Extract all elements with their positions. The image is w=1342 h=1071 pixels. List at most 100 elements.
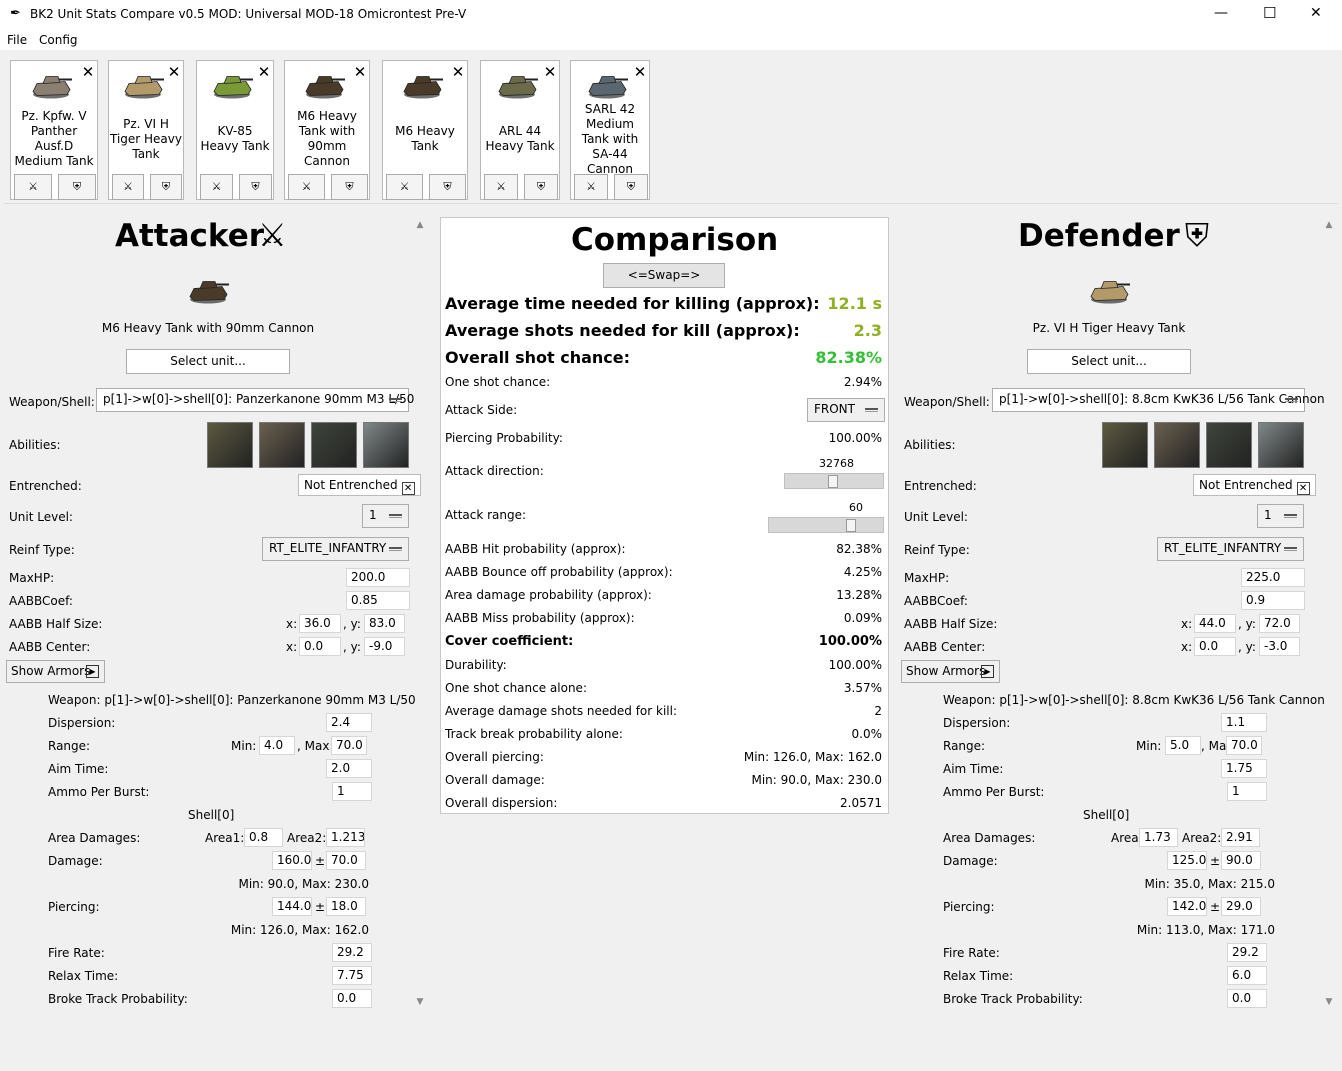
maximize-button[interactable]: ☐ (1263, 4, 1276, 22)
ability-icon[interactable] (259, 422, 305, 468)
unit-card[interactable]: ✕ KV-85 Heavy Tank ⚔ ⛨ (196, 60, 274, 200)
center-y-input[interactable]: -3.0 (1259, 637, 1300, 656)
piercing-input[interactable]: 142.0 (1167, 897, 1207, 916)
scroll-down-icon[interactable]: ▼ (413, 997, 427, 1007)
ability-icon[interactable] (1102, 422, 1148, 468)
close-icon[interactable]: ✕ (79, 61, 97, 83)
close-icon[interactable]: ✕ (541, 61, 559, 83)
show-armors-button[interactable]: Show Armors ▶ (901, 660, 1000, 683)
center-y-input[interactable]: -9.0 (364, 637, 405, 656)
dispersion-input[interactable]: 1.1 (1221, 713, 1267, 732)
aabbcoef-input[interactable]: 0.85 (346, 591, 410, 610)
dispersion-input[interactable]: 2.4 (326, 713, 372, 732)
set-attacker-button[interactable]: ⚔ (484, 174, 518, 200)
maxhp-input[interactable]: 200.0 (346, 568, 410, 587)
piercing-pm-input[interactable]: 18.0 (326, 897, 366, 916)
set-defender-button[interactable]: ⛨ (239, 174, 272, 200)
swap-button[interactable]: <=Swap=> (603, 263, 725, 288)
area2-input[interactable]: 1.213 (326, 828, 365, 847)
close-button[interactable]: ✕ (1310, 5, 1322, 21)
set-attacker-button[interactable]: ⚔ (574, 174, 608, 200)
set-attacker-button[interactable]: ⚔ (288, 174, 325, 200)
set-attacker-button[interactable]: ⚔ (14, 174, 52, 200)
ability-icon[interactable] (311, 422, 357, 468)
close-icon[interactable]: ✕ (351, 61, 369, 83)
damage-pm-input[interactable]: 90.0 (1221, 851, 1261, 870)
aim-time-input[interactable]: 1.75 (1221, 759, 1267, 778)
center-x-input[interactable]: 0.0 (1194, 637, 1236, 656)
set-defender-button[interactable]: ⛨ (429, 174, 466, 200)
maxhp-input[interactable]: 225.0 (1241, 568, 1305, 587)
half-size-y-input[interactable]: 83.0 (364, 614, 405, 633)
unit-level-select[interactable]: 1 (362, 504, 409, 528)
set-defender-button[interactable]: ⛨ (58, 174, 96, 200)
ammo-input[interactable]: 1 (1227, 782, 1267, 801)
scroll-up-icon[interactable]: ▲ (1322, 220, 1336, 230)
unit-card[interactable]: ✕ M6 Heavy Tank ⚔ ⛨ (382, 60, 468, 200)
close-icon[interactable]: ✕ (449, 61, 467, 83)
center-x-input[interactable]: 0.0 (299, 637, 341, 656)
ability-icon[interactable] (207, 422, 253, 468)
relax-time-input[interactable]: 7.75 (332, 966, 372, 985)
piercing-pm-input[interactable]: 29.0 (1221, 897, 1261, 916)
aabbcoef-input[interactable]: 0.9 (1241, 591, 1305, 610)
close-icon[interactable]: ✕ (631, 61, 649, 83)
select-unit-button[interactable]: Select unit... (126, 349, 290, 374)
unit-card[interactable]: ✕ M6 Heavy Tank with 90mm Cannon ⚔ ⛨ (284, 60, 370, 200)
weapon-shell-select[interactable]: p[1]->w[0]->shell[0]: 8.8cm KwK36 L/56 T… (992, 388, 1325, 412)
set-defender-button[interactable]: ⛨ (614, 174, 648, 200)
track-prob-input[interactable]: 0.0 (332, 989, 372, 1008)
half-size-y-input[interactable]: 72.0 (1259, 614, 1300, 633)
menu-config[interactable]: Config (39, 33, 78, 47)
set-attacker-button[interactable]: ⚔ (112, 174, 144, 200)
unit-card[interactable]: ✕ ARL 44 Heavy Tank ⚔ ⛨ (480, 60, 560, 200)
ability-icon[interactable] (363, 422, 409, 468)
slider-thumb[interactable] (828, 475, 838, 488)
minimize-button[interactable]: — (1214, 5, 1228, 21)
area1-input[interactable]: 1.73 (1139, 828, 1178, 847)
area2-input[interactable]: 2.91 (1221, 828, 1260, 847)
set-defender-button[interactable]: ⛨ (150, 174, 182, 200)
attack-direction-slider[interactable] (784, 473, 884, 489)
ammo-input[interactable]: 1 (332, 782, 372, 801)
entrenched-toggle[interactable]: Not Entrenched ✕ (298, 474, 421, 496)
range-max-input[interactable]: 70.0 (1226, 736, 1262, 755)
unit-card[interactable]: ✕ Pz. Kpfw. V Panther Ausf.D Medium Tank ⚔… (10, 60, 98, 200)
select-unit-button[interactable]: Select unit... (1027, 349, 1191, 374)
unit-card[interactable]: ✕ SARL 42 Medium Tank with SA-44 Cannon ⚔ ⛨ (570, 60, 650, 200)
slider-thumb[interactable] (846, 519, 856, 532)
ability-icon[interactable] (1258, 422, 1304, 468)
attack-range-slider[interactable] (768, 517, 884, 533)
close-icon[interactable]: ✕ (255, 61, 273, 83)
damage-input[interactable]: 160.0 (272, 851, 312, 870)
fire-rate-input[interactable]: 29.2 (1227, 943, 1267, 962)
set-attacker-button[interactable]: ⚔ (200, 174, 233, 200)
track-prob-input[interactable]: 0.0 (1227, 989, 1267, 1008)
damage-input[interactable]: 125.0 (1167, 851, 1207, 870)
set-defender-button[interactable]: ⛨ (331, 174, 368, 200)
range-min-input[interactable]: 4.0 (259, 736, 295, 755)
entrenched-toggle[interactable]: Not Entrenched ✕ (1193, 474, 1316, 496)
menu-file[interactable]: File (7, 33, 27, 47)
close-icon[interactable]: ✕ (165, 61, 183, 83)
unit-card[interactable]: ✕ Pz. VI H Tiger Heavy Tank ⚔ ⛨ (108, 60, 184, 200)
scroll-down-icon[interactable]: ▼ (1322, 997, 1336, 1007)
show-armors-button[interactable]: Show Armors ▶ (6, 660, 105, 683)
damage-pm-input[interactable]: 70.0 (326, 851, 366, 870)
relax-time-input[interactable]: 6.0 (1227, 966, 1267, 985)
half-size-x-input[interactable]: 44.0 (1194, 614, 1236, 633)
range-max-input[interactable]: 70.0 (331, 736, 367, 755)
fire-rate-input[interactable]: 29.2 (332, 943, 372, 962)
set-attacker-button[interactable]: ⚔ (386, 174, 423, 200)
range-min-input[interactable]: 5.0 (1165, 736, 1201, 755)
set-defender-button[interactable]: ⛨ (524, 174, 558, 200)
piercing-input[interactable]: 144.0 (272, 897, 312, 916)
aim-time-input[interactable]: 2.0 (326, 759, 372, 778)
ability-icon[interactable] (1206, 422, 1252, 468)
reinf-type-select[interactable]: RT_ELITE_INFANTRY (1157, 537, 1304, 561)
area1-input[interactable]: 0.8 (244, 828, 283, 847)
weapon-shell-select[interactable]: p[1]->w[0]->shell[0]: Panzerkanone 90mm … (96, 388, 414, 412)
half-size-x-input[interactable]: 36.0 (299, 614, 341, 633)
ability-icon[interactable] (1154, 422, 1200, 468)
attack-side-select[interactable]: FRONT (807, 398, 885, 422)
